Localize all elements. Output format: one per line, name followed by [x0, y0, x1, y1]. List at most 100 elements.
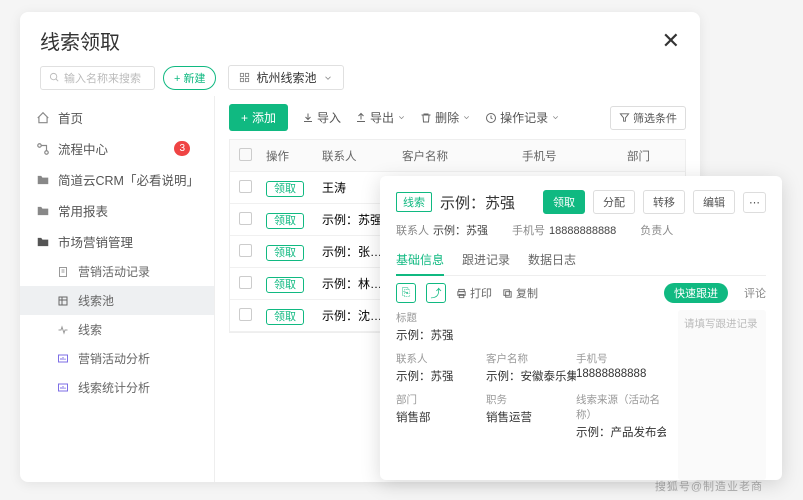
panel-tools: ⎘ ⤴ 打印 复制 快速跟进 评论	[396, 276, 766, 310]
sidebar-item-campaign-analysis[interactable]: 营销活动分析	[20, 344, 214, 373]
copy-icon	[502, 288, 513, 299]
row-checkbox[interactable]	[239, 244, 252, 257]
export-button[interactable]: 导出	[355, 109, 406, 126]
col-customer: 客户名称	[396, 143, 516, 169]
pool-selector[interactable]: 杭州线索池	[228, 65, 343, 90]
panel-transfer-button[interactable]: 转移	[643, 190, 685, 214]
chart-icon	[56, 381, 70, 395]
sidebar-item-campaign-log[interactable]: 营销活动记录	[20, 257, 214, 286]
chevron-down-icon	[551, 113, 560, 122]
panel-claim-button[interactable]: 领取	[543, 190, 585, 214]
field-source: 线索来源（活动名称）示例：产品发布会直播	[576, 392, 666, 440]
field-contact: 联系人示例：苏强	[396, 351, 486, 384]
print-icon	[456, 288, 467, 299]
top-toolbar: 输入名称来搜索 + 新建 杭州线索池	[20, 65, 700, 96]
panel-edit-button[interactable]: 编辑	[693, 190, 735, 214]
doc-icon	[56, 265, 70, 279]
list-icon	[56, 294, 70, 308]
panel-meta: 联系人示例：苏强 手机号18888888888 负责人	[396, 222, 766, 238]
col-contact: 联系人	[316, 143, 396, 169]
field-phone: 手机号18888888888	[576, 351, 666, 384]
row-checkbox[interactable]	[239, 308, 252, 321]
claim-button[interactable]: 领取	[266, 213, 304, 229]
close-icon[interactable]: ✕	[662, 28, 680, 54]
field-role: 职务销售运营	[486, 392, 576, 440]
add-button[interactable]: +添加	[229, 104, 288, 131]
sidebar: 首页 流程中心3 简道云CRM「必看说明」 常用报表 市场营销管理 营销活动记录…	[20, 96, 215, 482]
folder-icon	[36, 204, 50, 218]
pulse-icon	[56, 323, 70, 337]
share-icon[interactable]: ⤴	[426, 283, 446, 303]
chevron-down-icon	[462, 113, 471, 122]
action-bar: +添加 导入 导出 删除 操作记录 筛选条件	[229, 104, 686, 131]
grid-icon	[239, 72, 250, 83]
search-input[interactable]: 输入名称来搜索	[40, 66, 155, 90]
search-icon	[49, 72, 60, 83]
comment-button[interactable]: 评论	[744, 285, 766, 301]
print-button[interactable]: 打印	[456, 285, 492, 301]
trash-icon	[420, 112, 432, 124]
claim-button[interactable]: 领取	[266, 181, 304, 197]
panel-more-button[interactable]: ⋯	[743, 192, 766, 213]
pool-label: 杭州线索池	[256, 69, 316, 86]
header: 线索领取 ✕	[20, 12, 700, 65]
sidebar-item-lead-pool[interactable]: 线索池	[20, 286, 214, 315]
claim-button[interactable]: 领取	[266, 309, 304, 325]
panel-header: 线索 示例：苏强 领取 分配 转移 编辑 ⋯	[396, 190, 766, 214]
detail-panel: 线索 示例：苏强 领取 分配 转移 编辑 ⋯ 联系人示例：苏强 手机号18888…	[380, 176, 782, 480]
chevron-down-icon	[397, 113, 406, 122]
export-icon	[355, 112, 367, 124]
panel-title: 示例：苏强	[440, 192, 535, 213]
col-phone: 手机号	[516, 143, 621, 169]
link-icon[interactable]: ⎘	[396, 283, 416, 303]
field-customer: 客户名称示例：安徽泰乐集团	[486, 351, 576, 384]
row-checkbox[interactable]	[239, 180, 252, 193]
row-checkbox[interactable]	[239, 212, 252, 225]
flow-icon	[36, 142, 50, 156]
filter-icon	[619, 112, 630, 123]
badge: 3	[174, 141, 190, 156]
delete-button[interactable]: 删除	[420, 109, 471, 126]
select-all-checkbox[interactable]	[239, 148, 252, 161]
filter-button[interactable]: 筛选条件	[610, 106, 686, 130]
table-header: 操作 联系人 客户名称 手机号 部门	[230, 140, 685, 172]
tab-followup[interactable]: 跟进记录	[462, 246, 510, 275]
import-icon	[302, 112, 314, 124]
sidebar-item-crm[interactable]: 简道云CRM「必看说明」	[20, 164, 214, 195]
lead-tag: 线索	[396, 192, 432, 212]
sidebar-item-home[interactable]: 首页	[20, 102, 214, 133]
panel-assign-button[interactable]: 分配	[593, 190, 635, 214]
claim-button[interactable]: 领取	[266, 245, 304, 261]
quick-follow-button[interactable]: 快速跟进	[664, 283, 728, 303]
sidebar-item-marketing[interactable]: 市场营销管理	[20, 226, 214, 257]
panel-tabs: 基础信息 跟进记录 数据日志	[396, 246, 766, 276]
copy-button[interactable]: 复制	[502, 285, 538, 301]
field-title: 标题示例：苏强	[396, 310, 666, 343]
follow-input[interactable]: 请填写跟进记录	[678, 310, 766, 480]
col-op: 操作	[260, 143, 316, 169]
plus-icon: +	[241, 111, 248, 125]
row-checkbox[interactable]	[239, 276, 252, 289]
log-button[interactable]: 操作记录	[485, 109, 560, 126]
new-button[interactable]: + 新建	[163, 66, 216, 90]
clock-icon	[485, 112, 497, 124]
import-button[interactable]: 导入	[302, 109, 341, 126]
search-placeholder: 输入名称来搜索	[64, 70, 141, 86]
sidebar-item-leads[interactable]: 线索	[20, 315, 214, 344]
sidebar-item-reports[interactable]: 常用报表	[20, 195, 214, 226]
field-dept: 部门销售部	[396, 392, 486, 440]
home-icon	[36, 111, 50, 125]
field-grid: 标题示例：苏强 联系人示例：苏强 客户名称示例：安徽泰乐集团 手机号188888…	[396, 310, 666, 480]
chevron-down-icon	[323, 73, 333, 83]
watermark: 搜狐号@制造业老商	[655, 478, 763, 494]
panel-body: 标题示例：苏强 联系人示例：苏强 客户名称示例：安徽泰乐集团 手机号188888…	[396, 310, 766, 480]
tab-log[interactable]: 数据日志	[528, 246, 576, 275]
claim-button[interactable]: 领取	[266, 277, 304, 293]
col-dept: 部门	[621, 143, 685, 169]
folder-icon	[36, 173, 50, 187]
page-title: 线索领取	[40, 26, 120, 55]
folder-open-icon	[36, 235, 50, 249]
sidebar-item-lead-stats[interactable]: 线索统计分析	[20, 373, 214, 402]
sidebar-item-flow[interactable]: 流程中心3	[20, 133, 214, 164]
tab-basic[interactable]: 基础信息	[396, 246, 444, 276]
